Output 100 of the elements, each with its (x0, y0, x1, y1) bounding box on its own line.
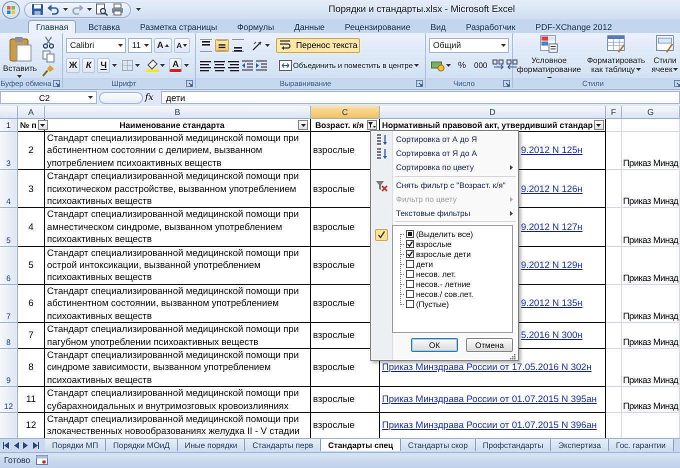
print-icon[interactable] (111, 3, 124, 16)
document-link[interactable]: 5.2016 N 300н (521, 329, 582, 342)
row-number[interactable]: 12 (0, 387, 18, 413)
font-color-button[interactable]: A (169, 58, 182, 72)
align-left-icon[interactable] (199, 58, 211, 72)
resize-grip-icon[interactable] (510, 354, 516, 360)
bold-button[interactable]: Ж (66, 58, 80, 72)
last-sheet-icon[interactable] (33, 442, 39, 448)
save-icon[interactable] (31, 3, 44, 16)
splitter-handle[interactable] (99, 92, 143, 104)
sheet-tab[interactable]: Иные порядки (178, 439, 246, 451)
wrap-text-button[interactable]: Перенос текста (276, 38, 360, 52)
row-number[interactable]: 7 (0, 284, 18, 324)
checkbox[interactable] (406, 300, 414, 308)
checkbox[interactable] (406, 250, 414, 258)
checkbox[interactable] (406, 280, 414, 288)
document-link[interactable]: Приказ Минздрава России от 01.07.2015 N 396ан (382, 419, 597, 432)
row-number[interactable]: 9 (0, 348, 18, 388)
document-link[interactable]: 9.2012 N 135н (521, 297, 582, 310)
ribbon-tab[interactable]: Формулы (229, 20, 282, 33)
number-format-field[interactable]: Общий (429, 38, 509, 52)
format-as-table-button[interactable]: Форматировать как таблицу (585, 34, 647, 78)
column-header[interactable]: F (606, 106, 622, 119)
checkbox[interactable] (406, 290, 414, 298)
column-header[interactable]: A (18, 106, 45, 119)
dialog-launcher-icon[interactable] (416, 80, 423, 86)
dialog-launcher-icon[interactable] (53, 80, 60, 86)
increase-decimal-icon[interactable] (492, 59, 504, 71)
fill-color-icon[interactable] (146, 58, 160, 72)
cancel-button[interactable]: Отмена (466, 338, 513, 352)
percent-button[interactable]: % (455, 58, 470, 72)
row-number[interactable]: 8 (0, 323, 18, 349)
copy-icon[interactable] (42, 50, 55, 63)
align-center-icon[interactable] (213, 58, 225, 72)
ok-button[interactable]: ОК (411, 338, 458, 352)
insert-function-button[interactable]: fx (145, 92, 159, 102)
grow-font-button[interactable]: A (154, 38, 172, 52)
ribbon-tab[interactable]: Вид (422, 20, 454, 33)
checkbox[interactable] (406, 240, 414, 248)
sheet-tab[interactable]: Стандарты спец (321, 439, 402, 451)
filter-button[interactable] (367, 120, 377, 130)
checkbox[interactable] (406, 270, 414, 278)
filter-button[interactable] (298, 120, 308, 130)
vertical-align-bottom-icon[interactable] (231, 38, 245, 52)
column-header[interactable]: D (380, 106, 606, 119)
sheet-tab[interactable]: Профстандарты (476, 439, 552, 451)
row-number[interactable]: 6 (0, 246, 18, 285)
ribbon-tab[interactable]: Разметка страницы (132, 20, 226, 33)
filter-button[interactable] (38, 120, 48, 130)
cell-styles-button[interactable]: Стили ячеек (650, 34, 680, 78)
borders-icon[interactable] (121, 58, 134, 72)
dialog-launcher-icon[interactable] (186, 80, 193, 86)
sheet-tab[interactable]: Стандарты скор (401, 439, 476, 451)
macro-record-icon[interactable] (36, 455, 48, 465)
checkbox[interactable] (406, 260, 414, 268)
vertical-align-top-icon[interactable] (199, 38, 213, 52)
checkbox[interactable] (406, 230, 414, 238)
thousands-button[interactable]: 000 (471, 58, 490, 72)
ribbon-tab[interactable]: PDF-XChange 2012 (527, 20, 620, 33)
document-link[interactable]: Приказ Минздрава России от 01.07.2015 N 395ан (382, 393, 597, 406)
document-link[interactable]: 9.2012 N 129н (521, 259, 582, 272)
ribbon-tab[interactable]: Разработчик (458, 20, 524, 33)
formula-input[interactable]: дети (161, 91, 680, 104)
name-box[interactable]: C2 (0, 91, 97, 104)
sheet-tab[interactable]: Порядки МОиД (106, 439, 178, 451)
previous-sheet-icon[interactable] (13, 442, 19, 448)
undo-icon[interactable] (47, 3, 60, 16)
font-name-field[interactable]: Calibri (66, 38, 126, 52)
decrease-indent-icon[interactable] (241, 58, 253, 72)
app-menu-button[interactable] (2, 0, 20, 18)
vertical-align-middle-icon[interactable] (215, 38, 229, 52)
sheet-tab[interactable]: Гос. гарантии (608, 439, 674, 451)
row-number[interactable]: 4 (0, 170, 18, 208)
ribbon-tab[interactable]: Рецензирование (336, 20, 418, 33)
document-link[interactable]: 9.2012 N 126н (521, 182, 582, 196)
first-sheet-icon[interactable] (3, 442, 9, 448)
italic-button[interactable]: К (82, 58, 96, 72)
sheet-tab[interactable]: Порядки МП (45, 439, 106, 451)
increase-indent-icon[interactable] (255, 58, 267, 72)
text-orientation-icon[interactable] (251, 38, 264, 52)
column-header[interactable]: B (45, 106, 311, 119)
print-preview-icon[interactable] (95, 3, 108, 16)
dialog-launcher-icon[interactable] (674, 80, 680, 86)
ribbon-tab[interactable]: Главная (28, 20, 76, 33)
dialog-launcher-icon[interactable] (503, 80, 510, 86)
ribbon-tab[interactable]: Вставка (80, 20, 128, 33)
underline-button[interactable]: Ч (97, 58, 110, 72)
document-link[interactable]: 9.2012 N 127н (521, 220, 582, 234)
align-right-icon[interactable] (227, 58, 239, 72)
next-sheet-icon[interactable] (23, 442, 29, 448)
paste-button[interactable]: Вставить (3, 36, 37, 78)
row-number[interactable]: 1 (0, 119, 18, 132)
ribbon-tab[interactable]: Данные (286, 20, 333, 33)
sheet-tab[interactable]: Стандарты перв (245, 439, 322, 451)
filter-button[interactable] (594, 120, 604, 130)
scissors-icon[interactable] (42, 36, 55, 49)
font-size-field[interactable]: 11 (128, 38, 152, 52)
document-link[interactable]: 9.2012 N 125н (521, 144, 582, 157)
currency-icon[interactable] (431, 58, 445, 72)
column-header[interactable]: C (311, 106, 380, 119)
